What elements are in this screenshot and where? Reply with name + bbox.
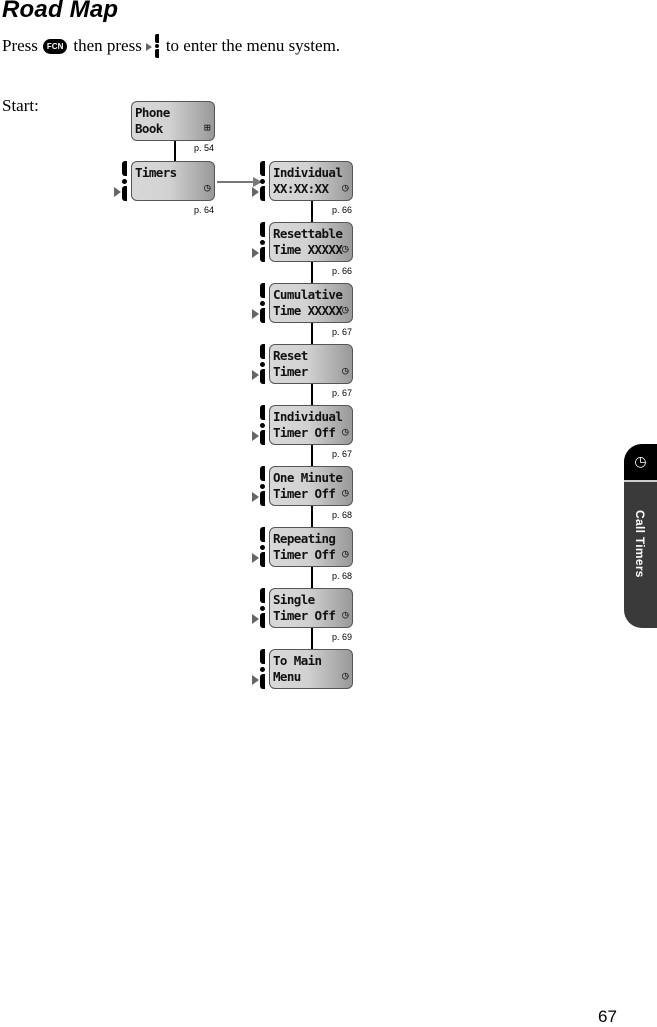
clock-icon: ◷ — [341, 425, 349, 438]
menu-item-phone-book[interactable]: Phone Book ⊞ — [131, 101, 215, 141]
intro-text-before: Press — [2, 36, 38, 55]
clock-icon: ◷ — [624, 444, 657, 480]
clock-icon: ◷ — [203, 181, 211, 194]
clock-icon: ◷ — [341, 547, 349, 560]
page-ref: p. 64 — [194, 205, 215, 215]
clock-icon: ◷ — [341, 364, 349, 377]
menu-item[interactable]: Resettable Time XXXXX ◷ — [269, 222, 353, 262]
page-ref: p. 67 — [332, 449, 353, 459]
page-ref: p. 66 — [332, 205, 353, 215]
menu-item-line1: Reset — [273, 348, 308, 363]
menu-item-timers[interactable]: Timers ◷ — [131, 161, 215, 201]
nav-key-icon — [145, 34, 162, 58]
menu-item-line1: Timers — [135, 165, 177, 180]
menu-item-line2: Timer Off — [273, 547, 336, 562]
page-ref: p. 68 — [332, 571, 353, 581]
page-ref: p. 67 — [332, 327, 353, 337]
menu-item[interactable]: One Minute Timer Off ◷ — [269, 466, 353, 506]
menu-item-line2: Time XXXXX — [273, 242, 343, 257]
menu-item-line1: Single — [273, 592, 315, 607]
clock-icon: ◷ — [341, 669, 349, 682]
menu-item-line2: XX:XX:XX — [273, 181, 329, 196]
menu-item-line2: Timer Off — [273, 486, 336, 501]
menu-item-line2: Book — [135, 121, 163, 136]
menu-item[interactable]: Individual XX:XX:XX ◷ — [269, 161, 353, 201]
connector-timers-submenu — [217, 181, 257, 183]
nav-key-icon — [114, 161, 128, 201]
tab-divider — [624, 480, 657, 482]
menu-item[interactable]: Reset Timer ◷ — [269, 344, 353, 384]
nav-key-icon — [252, 161, 266, 201]
intro-text-after: to enter the menu system. — [165, 36, 341, 55]
menu-item-line1: To Main — [273, 653, 322, 668]
menu-item[interactable]: Cumulative Time XXXXX ◷ — [269, 283, 353, 323]
nav-key-icon — [252, 405, 266, 445]
nav-key-icon — [252, 466, 266, 506]
menu-item-line2: Timer — [273, 364, 308, 379]
fcn-key-icon: FCN — [42, 38, 68, 54]
nav-key-icon — [252, 283, 266, 323]
clock-icon: ◷ — [341, 608, 349, 621]
intro-instruction: Press FCN then press to enter the menu s… — [2, 34, 340, 58]
menu-item-line2: Time XXXXX — [273, 303, 343, 318]
menu-item[interactable]: Repeating Timer Off ◷ — [269, 527, 353, 567]
menu-item-line1: One Minute — [273, 470, 343, 485]
clock-icon: ◷ — [341, 303, 349, 316]
menu-item-line1: Phone — [135, 105, 170, 120]
intro-text-middle: then press — [73, 36, 142, 55]
clock-icon: ◷ — [341, 242, 349, 255]
clock-icon: ◷ — [341, 181, 349, 194]
page-ref: p. 67 — [332, 388, 353, 398]
page-ref: p. 68 — [332, 510, 353, 520]
page-number: 67 — [598, 1007, 617, 1026]
nav-key-icon — [252, 649, 266, 689]
menu-item-line2: Timer Off — [273, 425, 336, 440]
menu-item-line1: Repeating — [273, 531, 336, 546]
page-ref: p. 66 — [332, 266, 353, 276]
connector-root — [174, 141, 176, 161]
page-title: Road Map — [2, 0, 119, 23]
phonebook-icon: ⊞ — [203, 121, 211, 134]
clock-icon: ◷ — [341, 486, 349, 499]
start-label: Start: — [2, 96, 39, 115]
menu-item-line1: Resettable — [273, 226, 343, 241]
menu-item-line1: Individual — [273, 165, 343, 180]
nav-key-icon — [252, 344, 266, 384]
nav-key-icon — [252, 222, 266, 262]
section-tab-label: Call Timers — [633, 510, 647, 578]
section-tab: ◷ Call Timers — [624, 444, 657, 628]
menu-item-line1: Individual — [273, 409, 343, 424]
nav-key-icon — [252, 527, 266, 567]
menu-item[interactable]: To Main Menu ◷ — [269, 649, 353, 689]
menu-item-line2: Timer Off — [273, 608, 336, 623]
nav-key-icon — [252, 588, 266, 628]
menu-item[interactable]: Individual Timer Off ◷ — [269, 405, 353, 445]
page-ref: p. 54 — [194, 143, 215, 153]
menu-item[interactable]: Single Timer Off ◷ — [269, 588, 353, 628]
page-ref: p. 69 — [332, 632, 353, 642]
menu-item-line2: Menu — [273, 669, 301, 684]
menu-item-line1: Cumulative — [273, 287, 343, 302]
